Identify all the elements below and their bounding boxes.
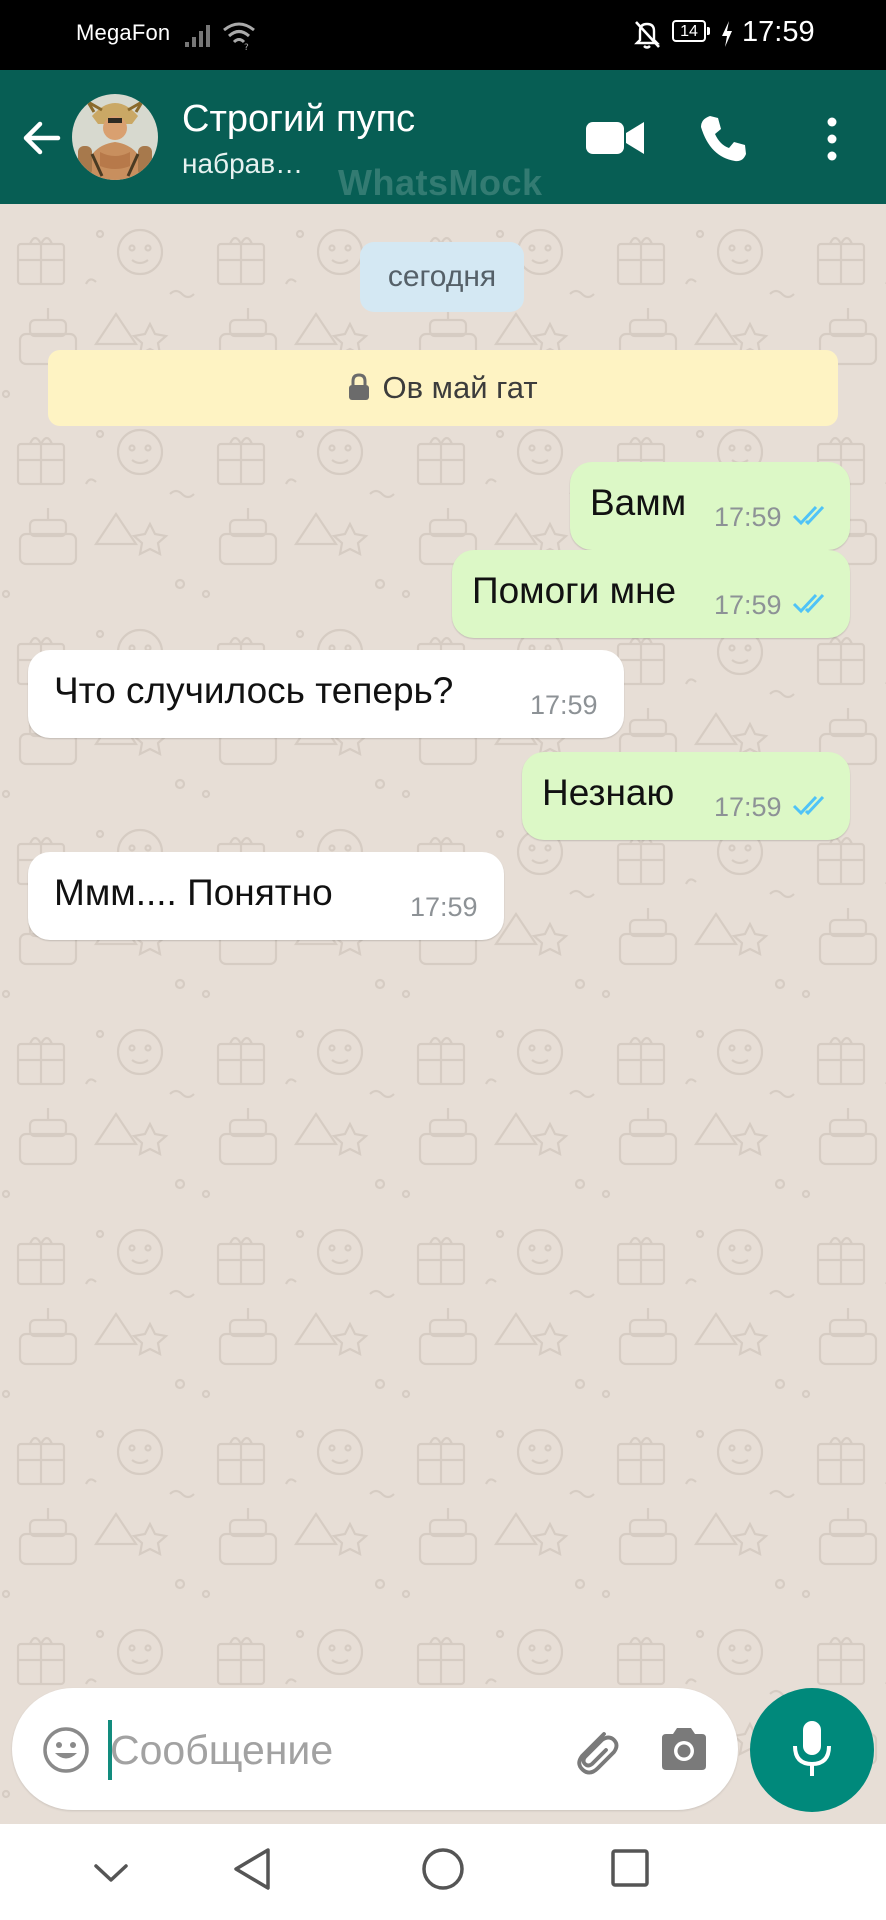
video-call-icon[interactable] (584, 116, 646, 160)
message-text: Вамм (590, 482, 687, 523)
message-text: Помоги мне (472, 570, 677, 611)
message-input[interactable] (108, 1714, 552, 1786)
message-time: 17:59 (714, 792, 782, 822)
message-bubble-outgoing[interactable]: Вамм 17:59 (570, 462, 850, 550)
system-nav-bar (0, 1824, 886, 1920)
message-time: 17:59 (530, 690, 598, 720)
read-receipt-icon (792, 593, 825, 614)
wifi-icon: ? (223, 22, 255, 50)
message-time: 17:59 (714, 502, 782, 532)
charging-icon (722, 21, 732, 47)
camera-icon[interactable] (658, 1726, 710, 1772)
message-bubble-outgoing[interactable]: Помоги мне 17:59 (452, 550, 850, 638)
message-time: 17:59 (410, 892, 478, 922)
carrier-name: MegaFon (76, 20, 171, 45)
date-separator: сегодня (360, 242, 524, 312)
message-bubble-incoming[interactable]: Ммм.... Понятно 17:59 (28, 852, 504, 940)
signal-icon (185, 25, 210, 47)
nav-recents-icon[interactable] (610, 1848, 650, 1888)
avatar-image (72, 94, 158, 180)
lock-icon (349, 373, 370, 400)
svg-text:?: ? (244, 43, 249, 50)
phone-call-icon[interactable] (696, 112, 750, 166)
message-text: Что случилось теперь? (54, 670, 454, 711)
chat-wallpaper (0, 204, 886, 1824)
status-time: 17:59 (742, 16, 815, 48)
avatar[interactable] (72, 94, 158, 180)
message-text: Незнаю (542, 772, 675, 813)
watermark: WhatsMock (338, 162, 543, 203)
chat-header: Строгий пупс набрав… WhatsMock (0, 70, 886, 204)
emoji-icon[interactable] (42, 1726, 90, 1774)
voice-message-button[interactable] (750, 1688, 874, 1812)
read-receipt-icon (792, 505, 825, 526)
chat-area[interactable]: сегодня Ов май гат Вамм 17:59 Помоги мне… (0, 204, 886, 1824)
read-receipt-icon (792, 795, 825, 816)
battery-icon: 14 (672, 20, 712, 46)
message-text: Ммм.... Понятно (54, 872, 333, 913)
back-arrow-icon[interactable] (18, 114, 66, 162)
contact-typing-status: набрав… (182, 148, 304, 179)
battery-level: 14 (672, 20, 706, 42)
encryption-notice[interactable]: Ов май гат (48, 350, 838, 426)
nav-home-icon[interactable] (420, 1846, 466, 1892)
attach-icon[interactable] (568, 1724, 622, 1778)
message-time: 17:59 (714, 590, 782, 620)
more-vert-icon[interactable] (820, 114, 844, 164)
bell-muted-icon (634, 21, 660, 49)
mic-icon (793, 1721, 831, 1776)
nav-back-icon[interactable] (230, 1844, 276, 1894)
chevron-down-icon[interactable] (88, 1850, 134, 1896)
message-bubble-incoming[interactable]: Что случилось теперь? 17:59 (28, 650, 624, 738)
message-bubble-outgoing[interactable]: Незнаю 17:59 (522, 752, 850, 840)
status-bar: MegaFon ? 14 17:59 (0, 0, 886, 70)
encryption-notice-text: Ов май гат (382, 370, 538, 405)
contact-name[interactable]: Строгий пупс (182, 98, 415, 141)
message-composer (12, 1688, 738, 1810)
